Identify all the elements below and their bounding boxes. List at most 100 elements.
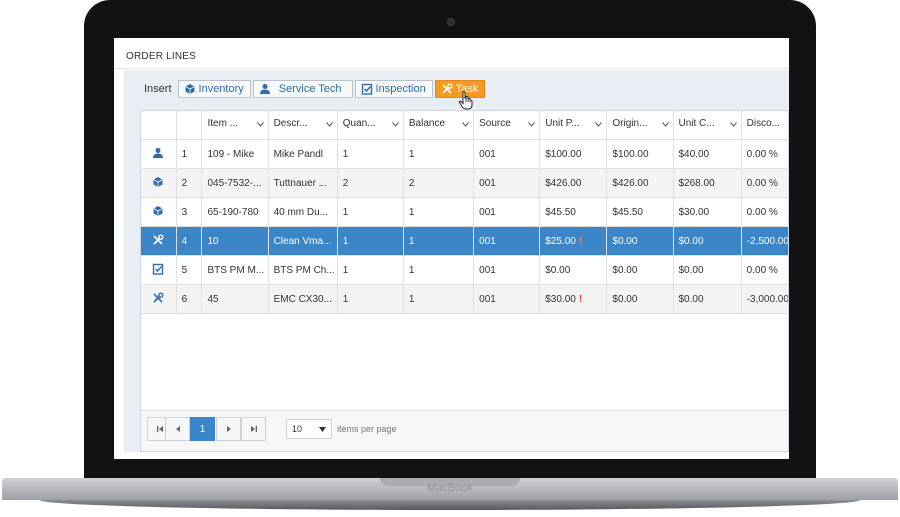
chevron-down-icon[interactable] <box>528 122 536 127</box>
cell-source[interactable]: 001 <box>473 139 541 169</box>
chevron-down-icon[interactable] <box>325 122 333 127</box>
cell-item[interactable]: BTS PM M... <box>201 255 269 285</box>
cell-balance[interactable]: 2 <box>403 168 475 198</box>
cell-item[interactable]: 045-7532-... <box>201 168 269 198</box>
header-item[interactable]: Item ... <box>201 111 269 140</box>
cell-quantity[interactable]: 1 <box>337 255 404 285</box>
grid-body: 1 109 - Mike Mike Pandl 1 1 001 $100.00 $100.00… <box>141 139 788 314</box>
cell-quantity[interactable]: 2 <box>337 168 404 198</box>
cell-quantity[interactable]: 1 <box>337 139 404 169</box>
header-original-price[interactable]: Origin... <box>606 111 674 140</box>
chevron-down-icon[interactable] <box>661 122 669 127</box>
cell-description[interactable]: BTS PM Ch... <box>268 255 338 285</box>
cell-item[interactable]: 65-190-780 <box>201 197 269 227</box>
cell-source[interactable]: 001 <box>473 197 541 227</box>
cell-discount[interactable]: 0.00 % <box>741 139 788 169</box>
cell-source[interactable]: 001 <box>473 284 541 314</box>
cell-balance[interactable]: 1 <box>403 139 475 169</box>
cell-balance[interactable]: 1 <box>403 226 475 256</box>
insert-inventory-button[interactable]: Inventory <box>177 80 251 98</box>
table-row[interactable]: 6 45 EMC CX30... 1 1 001 $30.00! $0.00 $0.00 -3,0… <box>141 284 788 314</box>
cell-balance[interactable]: 1 <box>403 197 475 227</box>
cell-discount[interactable]: 0.00 % <box>741 168 788 198</box>
insert-inspection-label: Inspection <box>375 83 426 95</box>
cell-description[interactable]: Clean Vma... <box>268 226 338 256</box>
cell-item[interactable]: 10 <box>201 226 269 256</box>
cell-original-price[interactable]: $45.50 <box>606 197 674 227</box>
cell-unit-price[interactable]: $0.00 <box>539 255 608 285</box>
cell-original-price[interactable]: $0.00 <box>606 255 674 285</box>
cell-unit-cost[interactable]: $30.00 <box>673 197 742 227</box>
header-unit-cost[interactable]: Unit C... <box>673 111 742 140</box>
cell-unit-price[interactable]: $30.00! <box>539 284 608 314</box>
header-source[interactable]: Source <box>473 111 541 140</box>
first-page-icon <box>156 426 163 432</box>
base-bottom <box>40 500 860 510</box>
cell-unit-price[interactable]: $100.00 <box>539 139 608 169</box>
header-balance[interactable]: Balance <box>403 111 475 140</box>
unit-price-value: $45.50 <box>545 206 576 218</box>
chevron-down-icon[interactable] <box>256 122 264 127</box>
header-row: Item ... Descr... Quan... Balance Source… <box>141 111 788 140</box>
table-row[interactable]: 5 BTS PM M... BTS PM Ch... 1 1 001 $0.00 $0.00 $… <box>141 255 788 285</box>
cell-description[interactable]: Mike Pandl <box>268 139 338 169</box>
cell-item[interactable]: 109 - Mike <box>201 139 269 169</box>
cell-description[interactable]: EMC CX30... <box>268 284 338 314</box>
header-discount[interactable]: Disco... <box>741 111 788 140</box>
cell-source[interactable]: 001 <box>473 226 541 256</box>
cell-unit-cost[interactable]: $0.00 <box>673 226 742 256</box>
cell-discount[interactable]: -3,000.00 % <box>741 284 788 314</box>
cell-balance[interactable]: 1 <box>403 255 475 285</box>
device-brand: MacBook <box>427 482 473 494</box>
table-row[interactable]: 3 65-190-780 40 mm Du... 1 1 001 $45.50 $45.50 $… <box>141 197 788 227</box>
cell-unit-cost[interactable]: $40.00 <box>673 139 742 169</box>
cell-unit-price[interactable]: $45.50 <box>539 197 608 227</box>
cell-original-price[interactable]: $0.00 <box>606 284 674 314</box>
chevron-down-icon[interactable] <box>392 122 399 127</box>
insert-service-tech-button[interactable]: Service Tech <box>252 80 353 98</box>
chevron-down-icon[interactable] <box>462 122 470 127</box>
header-quantity[interactable]: Quan... <box>337 111 404 140</box>
page-size-value: 10 <box>292 424 303 434</box>
cell-discount[interactable]: -2,500.00 % <box>741 226 788 256</box>
last-page-button[interactable] <box>241 417 266 441</box>
table-row[interactable]: 1 109 - Mike Mike Pandl 1 1 001 $100.00 $100.00… <box>141 139 788 169</box>
cell-item[interactable]: 45 <box>201 284 269 314</box>
table-row[interactable]: 2 045-7532-... Tuttnauer ... 2 2 001 $426.00 $4… <box>141 168 788 198</box>
cell-original-price[interactable]: $426.00 <box>606 168 674 198</box>
unit-price-value: $426.00 <box>545 177 582 189</box>
cell-unit-price[interactable]: $426.00 <box>539 168 608 198</box>
row-type-cell <box>141 284 177 314</box>
table-row[interactable]: 4 10 Clean Vma... 1 1 001 $25.00! $0.00 $0.00 -2,… <box>141 226 788 256</box>
insert-inspection-button[interactable]: Inspection <box>354 80 433 98</box>
page-size-select[interactable]: 10 <box>286 419 332 439</box>
cell-unit-cost[interactable]: $268.00 <box>673 168 742 198</box>
cell-unit-price[interactable]: $25.00! <box>539 226 608 256</box>
order-lines-panel: Insert Inventory Service Tech Inspection… <box>124 70 789 452</box>
cell-description[interactable]: Tuttnauer ... <box>268 168 338 198</box>
cell-source[interactable]: 001 <box>473 255 541 285</box>
previous-page-icon <box>175 426 180 432</box>
cell-description[interactable]: 40 mm Du... <box>268 197 338 227</box>
current-page-button[interactable]: 1 <box>190 417 215 441</box>
cell-discount[interactable]: 0.00 % <box>741 197 788 227</box>
cell-quantity[interactable]: 1 <box>337 197 404 227</box>
cell-quantity[interactable]: 1 <box>337 284 404 314</box>
items-per-page-label: items per page <box>337 424 397 434</box>
cell-unit-cost[interactable]: $0.00 <box>673 255 742 285</box>
chevron-down-icon[interactable] <box>595 122 603 127</box>
cell-original-price[interactable]: $100.00 <box>606 139 674 169</box>
chevron-down-icon[interactable] <box>729 122 737 127</box>
cell-quantity[interactable]: 1 <box>337 226 404 256</box>
cell-balance[interactable]: 1 <box>403 284 475 314</box>
unit-price-value: $0.00 <box>545 264 571 276</box>
header-description[interactable]: Descr... <box>268 111 338 140</box>
camera-icon <box>447 18 455 26</box>
cell-source[interactable]: 001 <box>473 168 541 198</box>
header-unit-price[interactable]: Unit P... <box>539 111 608 140</box>
cell-unit-cost[interactable]: $0.00 <box>673 284 742 314</box>
cell-discount[interactable]: 0.00 % <box>741 255 788 285</box>
cell-original-price[interactable]: $0.00 <box>606 226 674 256</box>
previous-page-button[interactable] <box>165 417 190 441</box>
next-page-button[interactable] <box>216 417 241 441</box>
